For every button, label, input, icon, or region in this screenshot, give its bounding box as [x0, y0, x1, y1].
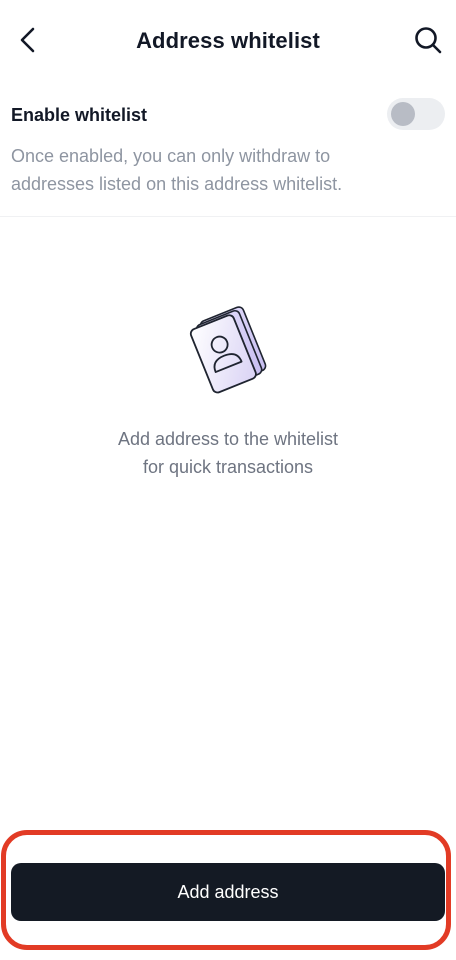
enable-whitelist-toggle[interactable] — [387, 98, 445, 130]
page-title: Address whitelist — [136, 28, 320, 53]
add-address-button[interactable]: Add address — [11, 863, 445, 921]
whitelist-description: Once enabled, you can only withdraw to a… — [11, 142, 411, 198]
search-button[interactable] — [408, 20, 448, 60]
enable-whitelist-section: Enable whitelist Once enabled, you can o… — [0, 84, 456, 217]
empty-state-message: Add address to the whitelist for quick t… — [0, 425, 456, 481]
toggle-knob — [391, 102, 415, 126]
empty-state-line-1: Add address to the whitelist — [117, 429, 339, 449]
address-book-icon — [178, 302, 278, 402]
enable-whitelist-label: Enable whitelist — [11, 105, 148, 125]
empty-state-line-2: for quick transactions — [142, 457, 314, 477]
whitelist-description-line-2: addresses listed on this address whiteli… — [11, 174, 343, 194]
search-icon — [415, 27, 442, 54]
header: Address whitelist — [0, 0, 456, 84]
address-whitelist-screen: Address whitelist Enable whitelist Once … — [0, 0, 456, 960]
whitelist-description-line-1: Once enabled, you can only withdraw to — [11, 146, 331, 166]
